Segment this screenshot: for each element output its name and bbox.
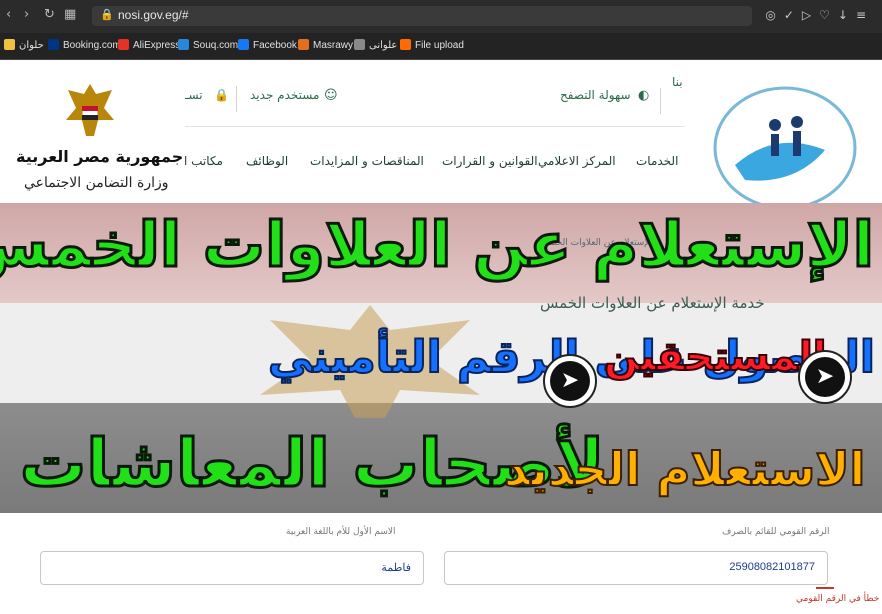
browser-toolbar: ‹ › ↻ ▦ 🔒 nosi.gov.eg/# ◎✓▷♡↓≡	[0, 0, 882, 33]
arrow-left-icon: ➤	[798, 350, 852, 404]
forward-icon[interactable]: ›	[24, 7, 29, 22]
image-icon	[354, 39, 365, 50]
back-icon[interactable]: ‹	[6, 7, 11, 22]
national-id-input[interactable]: 25908082101877	[444, 551, 828, 585]
ministry-name: وزارة التضامن الاجتماعي	[24, 175, 169, 191]
user-icon: ☺	[324, 88, 338, 103]
address-bar[interactable]: 🔒 nosi.gov.eg/#	[92, 6, 752, 26]
bookmark-item[interactable]: Masrawy	[298, 39, 353, 51]
contact-link[interactable]: بنا	[672, 75, 683, 89]
page-content: بنا سهولة التصفح ◐ مستخدم جديد ☺ تسـ 🔒 ا…	[0, 60, 882, 614]
bookmark-item[interactable]: علوانى	[354, 39, 397, 51]
bookmark-label: علوانى	[369, 40, 398, 51]
bookmark-item[interactable]: حلوان	[4, 39, 44, 51]
service-title: خدمة الإستعلام عن العلاوات الخمس	[540, 294, 765, 312]
bookmark-item[interactable]: File upload	[400, 39, 464, 51]
login-link[interactable]: تسـ	[185, 88, 203, 102]
nosi-logo-icon	[713, 86, 857, 210]
divider	[236, 86, 237, 112]
bookmark-item[interactable]: Facebook	[238, 39, 297, 51]
booking-icon	[48, 39, 59, 50]
bookmark-label: Facebook	[253, 40, 297, 51]
bookmark-label: Masrawy	[313, 40, 354, 51]
national-id-error: خطأ في الرقم القومي	[796, 594, 880, 604]
header-divider	[185, 126, 685, 127]
bookmark-label: Booking.com	[63, 40, 121, 51]
bookmark-label: File upload	[415, 40, 464, 51]
headline-eligible: المستحقين	[603, 333, 828, 381]
gov-name: جمهورية مصر العربية	[16, 147, 184, 166]
bookmark-item[interactable]: Booking.com	[48, 39, 121, 51]
error-indicator	[816, 587, 834, 589]
souq-icon	[178, 39, 189, 50]
lock-icon: 🔒	[214, 88, 229, 102]
headline-new-link: رابط الاستعلام الجديد	[503, 441, 882, 497]
bookmark-label: Souq.com	[193, 40, 239, 51]
menu-item[interactable]: المناقصات و المزايدات	[310, 154, 424, 168]
menu-item[interactable]: القوانين و القرارات	[442, 154, 538, 168]
menu-item[interactable]: مكاتب ا	[184, 154, 223, 168]
toolbar-icons[interactable]: ◎✓▷♡↓≡	[765, 8, 874, 22]
fileupload-icon	[400, 39, 411, 50]
headline-main: الإستعلام عن العلاوات الخمس	[0, 207, 876, 283]
bookmarks-bar: حلوان Booking.com AliExpress Souq.com Facebo…	[0, 33, 882, 60]
egypt-eagle-icon	[66, 84, 114, 136]
masrawy-icon	[298, 39, 309, 50]
aliexpress-icon	[118, 39, 129, 50]
bookmark-label: حلوان	[19, 40, 44, 51]
facebook-icon	[238, 39, 249, 50]
menu-item[interactable]: الخدمات	[636, 154, 678, 168]
accessibility-link[interactable]: سهولة التصفح	[560, 88, 631, 102]
bookmark-label: AliExpress	[133, 40, 181, 51]
arrow-left-icon: ➤	[543, 354, 597, 408]
lock-icon: 🔒	[100, 8, 114, 21]
national-id-label: الرقم القومي للقائم بالصرف	[722, 527, 830, 537]
bookmark-item[interactable]: Souq.com	[178, 39, 238, 51]
folder-icon	[4, 39, 15, 50]
menu-item[interactable]: الوظائف	[246, 154, 288, 168]
menu-item[interactable]: المركز الاعلامي	[538, 154, 616, 168]
first-name-input[interactable]: فاطمة	[40, 551, 424, 585]
new-user-link[interactable]: مستخدم جديد	[250, 88, 319, 102]
tabs-grid-icon[interactable]: ▦	[64, 7, 76, 22]
bookmark-item[interactable]: AliExpress	[118, 39, 180, 51]
divider	[660, 88, 661, 114]
reload-icon[interactable]: ↻	[44, 7, 55, 22]
accessibility-icon: ◐	[638, 88, 650, 103]
first-name-label: الاسم الأول للأم باللغة العربية	[286, 527, 396, 537]
url-text: nosi.gov.eg/#	[118, 8, 189, 22]
